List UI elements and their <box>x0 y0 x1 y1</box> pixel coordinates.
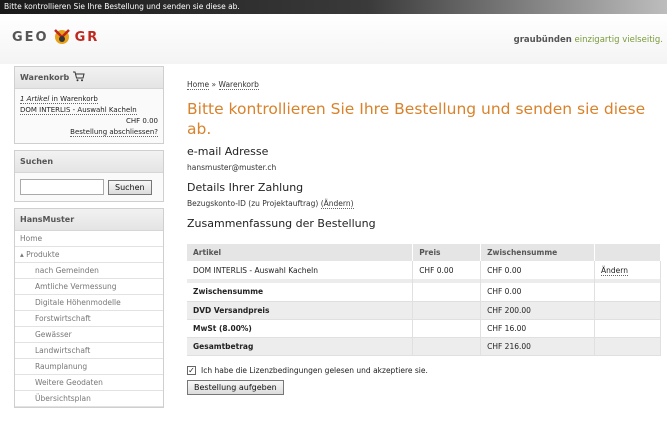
cart-checkout: Bestellung abschliessen? <box>20 127 158 138</box>
status-message: Bitte kontrollieren Sie Ihre Bestellung … <box>4 2 240 11</box>
summary-heading: Zusammenfassung der Bestellung <box>187 217 376 230</box>
column-header-action <box>594 244 661 261</box>
cart-count-link[interactable]: 1 Artikel in Warenkorb <box>20 95 98 104</box>
shopping-cart-icon <box>73 71 85 84</box>
user-box-header: HansMuster <box>15 209 163 231</box>
breadcrumb-home[interactable]: Home <box>187 80 210 90</box>
payment-heading: Details Ihrer Zahlung <box>187 181 304 194</box>
table-row-item: DOM INTERLIS - Auswahl Kacheln CHF 0.00 … <box>187 261 661 279</box>
vat-value: CHF 16.00 <box>480 319 596 338</box>
cart-title: Warenkorb <box>20 73 70 82</box>
checkout-link[interactable]: Bestellung abschliessen? <box>70 128 158 137</box>
tagline: graubünden einzigartig vielseitig. <box>514 35 663 45</box>
logo-text-right: GR <box>74 29 100 45</box>
place-order-button[interactable]: Bestellung aufgeben <box>187 379 284 395</box>
nav-item-uebersichtsplan[interactable]: Übersichtsplan <box>15 391 163 407</box>
cart-item: DOM INTERLIS - Auswahl Kacheln <box>20 105 158 116</box>
nav-item-landwirtschaft[interactable]: Landwirtschaft <box>15 343 163 359</box>
license-agreement: ✓ Ich habe die Lizenzbedingungen gelesen… <box>187 365 663 375</box>
sidebar: Warenkorb 1 Artikel in Warenkorb DOM INT… <box>14 66 164 414</box>
nav-item-produkte[interactable]: ▴ Produkte <box>15 247 163 263</box>
subtotal-label: Zwischensumme <box>187 283 414 302</box>
nav-item-forstwirtschaft[interactable]: Forstwirtschaft <box>15 311 163 327</box>
geogr-logo[interactable]: GEO GR <box>12 24 99 50</box>
ibex-logo-icon <box>51 26 73 48</box>
search-button[interactable]: Suchen <box>108 179 152 195</box>
nav-item-amtliche-vermessung[interactable]: Amtliche Vermessung <box>15 279 163 295</box>
nav-list: Home ▴ Produkte nach Gemeinden Amtliche … <box>15 231 163 407</box>
nav-item-gewaesser[interactable]: Gewässer <box>15 327 163 343</box>
email-value: hansmuster@muster.ch <box>187 163 277 172</box>
search-row: Suchen <box>15 173 163 201</box>
table-row-vat: MwSt (8.00%) CHF 16.00 <box>187 319 661 338</box>
logo-text-left: GEO <box>12 29 49 45</box>
table-header-row: Artikel Preis Zwischensumme <box>187 244 661 261</box>
nav-item-weitere-geodaten[interactable]: Weitere Geodaten <box>15 375 163 391</box>
tagline-brand: graubünden <box>513 35 572 45</box>
item-subtotal: CHF 0.00 <box>480 261 596 279</box>
payment-text: Bezugskonto-ID (zu Projektauftrag) <box>187 199 319 208</box>
cart-box: Warenkorb 1 Artikel in Warenkorb DOM INT… <box>14 66 164 144</box>
search-input[interactable] <box>20 179 104 195</box>
total-value: CHF 216.00 <box>480 337 596 356</box>
item-name: DOM INTERLIS - Auswahl Kacheln <box>187 261 414 279</box>
item-change-cell: Ändern <box>594 261 661 279</box>
email-heading: e-mail Adresse <box>187 145 269 158</box>
breadcrumb-current[interactable]: Warenkorb <box>218 80 259 90</box>
column-header-preis: Preis <box>412 244 482 261</box>
column-header-zwischensumme: Zwischensumme <box>480 244 596 261</box>
column-header-artikel: Artikel <box>187 244 414 261</box>
total-label: Gesamtbetrag <box>187 337 414 356</box>
cart-price: CHF 0.00 <box>126 117 158 125</box>
main-content: Home » Warenkorb Bitte kontrollieren Sie… <box>187 80 663 395</box>
breadcrumb-separator: » <box>209 80 219 89</box>
item-change-link[interactable]: Ändern <box>601 265 628 276</box>
table-row-total: Gesamtbetrag CHF 216.00 <box>187 337 661 356</box>
nav-item-nach-gemeinden[interactable]: nach Gemeinden <box>15 263 163 279</box>
license-agreement-text: Ich habe die Lizenzbedingungen gelesen u… <box>201 365 428 375</box>
vat-label: MwSt (8.00%) <box>187 319 414 338</box>
payment-details: Bezugskonto-ID (zu Projektauftrag) (Ände… <box>187 199 663 209</box>
shipping-value: CHF 200.00 <box>480 301 596 320</box>
subtotal-value: CHF 0.00 <box>480 283 596 302</box>
user-box: HansMuster Home ▴ Produkte nach Gemeinde… <box>14 208 164 408</box>
submit-row: Bestellung aufgeben <box>187 379 663 395</box>
shipping-label: DVD Versandpreis <box>187 301 414 320</box>
site-header: GEO GR graubünden einzigartig vielseitig… <box>0 14 667 64</box>
status-message-bar: Bitte kontrollieren Sie Ihre Bestellung … <box>0 0 667 14</box>
order-summary-table: Artikel Preis Zwischensumme DOM INTERLIS… <box>187 244 661 356</box>
breadcrumb: Home » Warenkorb <box>187 80 663 90</box>
cart-item-link[interactable]: DOM INTERLIS - Auswahl Kacheln <box>20 106 137 115</box>
nav-item-digitale-hoehenmodelle[interactable]: Digitale Höhenmodelle <box>15 295 163 311</box>
payment-change-link[interactable]: (Ändern) <box>320 199 354 209</box>
search-box: Suchen Suchen <box>14 150 164 202</box>
cart-box-body: 1 Artikel in Warenkorb DOM INTERLIS - Au… <box>15 89 163 143</box>
cart-box-header: Warenkorb <box>15 67 163 89</box>
tagline-text: einzigartig vielseitig. <box>574 35 664 45</box>
table-row-subtotal: Zwischensumme CHF 0.00 <box>187 283 661 302</box>
checkbox-checked-icon[interactable]: ✓ <box>187 365 196 375</box>
page-title: Bitte kontrollieren Sie Ihre Bestellung … <box>187 100 646 138</box>
search-box-header: Suchen <box>15 151 163 173</box>
nav-item-raumplanung[interactable]: Raumplanung <box>15 359 163 375</box>
table-row-shipping: DVD Versandpreis CHF 200.00 <box>187 301 661 320</box>
cart-count: 1 Artikel in Warenkorb <box>20 94 158 105</box>
item-price: CHF 0.00 <box>412 261 482 279</box>
nav-item-home[interactable]: Home <box>15 231 163 247</box>
